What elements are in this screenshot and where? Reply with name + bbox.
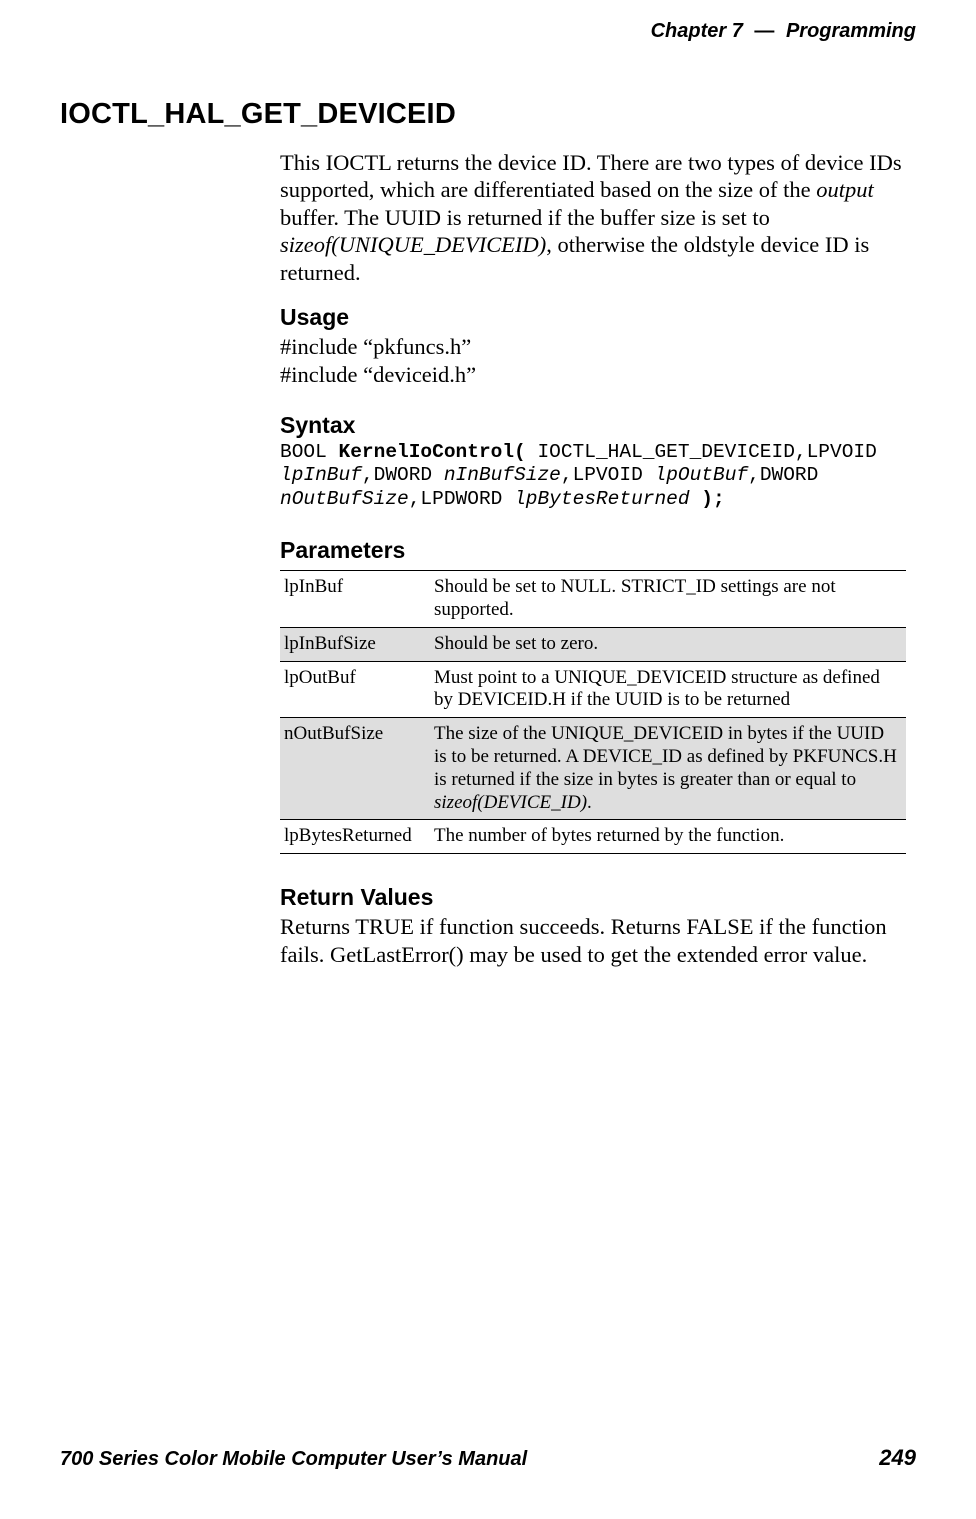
return-heading: Return Values [280,884,906,911]
param-desc: Must point to a UNIQUE_DEVICEID structur… [430,661,906,718]
param-name: lpInBuf [280,571,430,628]
usage-include-1: #include “pkfuncs.h” [280,333,906,360]
table-row: lpOutBuf Must point to a UNIQUE_DEVICEID… [280,661,906,718]
header-chapter-label: Chapter [651,20,727,42]
intro-text-a: This IOCTL returns the device ID. There … [280,150,902,202]
param-name: lpInBufSize [280,627,430,661]
table-row: nOutBufSize The size of the UNIQUE_DEVIC… [280,718,906,820]
param-name: nOutBufSize [280,718,430,820]
syntax-i3: lpOutBuf [655,464,749,486]
content-column: This IOCTL returns the device ID. There … [280,149,906,968]
intro-italic-sizeof: sizeof(UNIQUE_DEVICEID) [280,232,546,257]
syntax-b2: ); [701,488,724,510]
param-desc: Should be set to zero. [430,627,906,661]
return-text: Returns TRUE if function succeeds. Retur… [280,913,906,968]
param-desc-post: . [587,792,592,813]
table-row: lpInBuf Should be set to NULL. STRICT_ID… [280,571,906,628]
syntax-t3: ,DWORD [362,464,444,486]
parameters-heading: Parameters [280,537,906,564]
footer-page-number: 249 [879,1445,916,1471]
usage-include-2: #include “deviceid.h” [280,361,906,388]
table-row: lpInBufSize Should be set to zero. [280,627,906,661]
intro-text-b: buffer. The UUID is returned if the buff… [280,205,770,230]
syntax-t6: ,LPDWORD [409,488,514,510]
syntax-b1: KernelIoControl( [339,441,526,463]
param-name: lpBytesReturned [280,820,430,854]
param-desc-ital: sizeof(DEVICE_ID) [434,792,587,813]
param-name: lpOutBuf [280,661,430,718]
syntax-t7 [690,488,702,510]
intro-italic-output: output [816,177,874,202]
syntax-i5: lpBytesReturned [514,488,690,510]
param-desc: Should be set to NULL. STRICT_ID setting… [430,571,906,628]
parameters-table: lpInBuf Should be set to NULL. STRICT_ID… [280,570,906,854]
page: Chapter 7 — Programming IOCTL_HAL_GET_DE… [0,0,976,1519]
table-row: lpBytesReturned The number of bytes retu… [280,820,906,854]
param-desc-pre: The size of the UNIQUE_DEVICEID in bytes… [434,723,897,790]
page-title: IOCTL_HAL_GET_DEVICEID [60,98,916,131]
syntax-i1: lpInBuf [280,464,362,486]
usage-heading: Usage [280,304,906,331]
footer-title: 700 Series Color Mobile Computer User’s … [60,1448,527,1471]
param-desc: The number of bytes returned by the func… [430,820,906,854]
intro-paragraph: This IOCTL returns the device ID. There … [280,149,906,286]
syntax-block: BOOL KernelIoControl( IOCTL_HAL_GET_DEVI… [280,441,906,511]
header-chapter-num: 7 [732,20,743,42]
syntax-t2: IOCTL_HAL_GET_DEVICEID,LPVOID [526,441,877,463]
syntax-t5: ,DWORD [748,464,818,486]
param-desc: The size of the UNIQUE_DEVICEID in bytes… [430,718,906,820]
page-footer: 700 Series Color Mobile Computer User’s … [60,1445,916,1471]
syntax-t1: BOOL [280,441,339,463]
syntax-i2: nInBufSize [444,464,561,486]
page-header: Chapter 7 — Programming [60,20,916,43]
header-section: Programming [786,20,916,42]
syntax-t4: ,LPVOID [561,464,655,486]
syntax-heading: Syntax [280,412,906,439]
syntax-i4: nOutBufSize [280,488,409,510]
header-dash: — [754,20,774,42]
